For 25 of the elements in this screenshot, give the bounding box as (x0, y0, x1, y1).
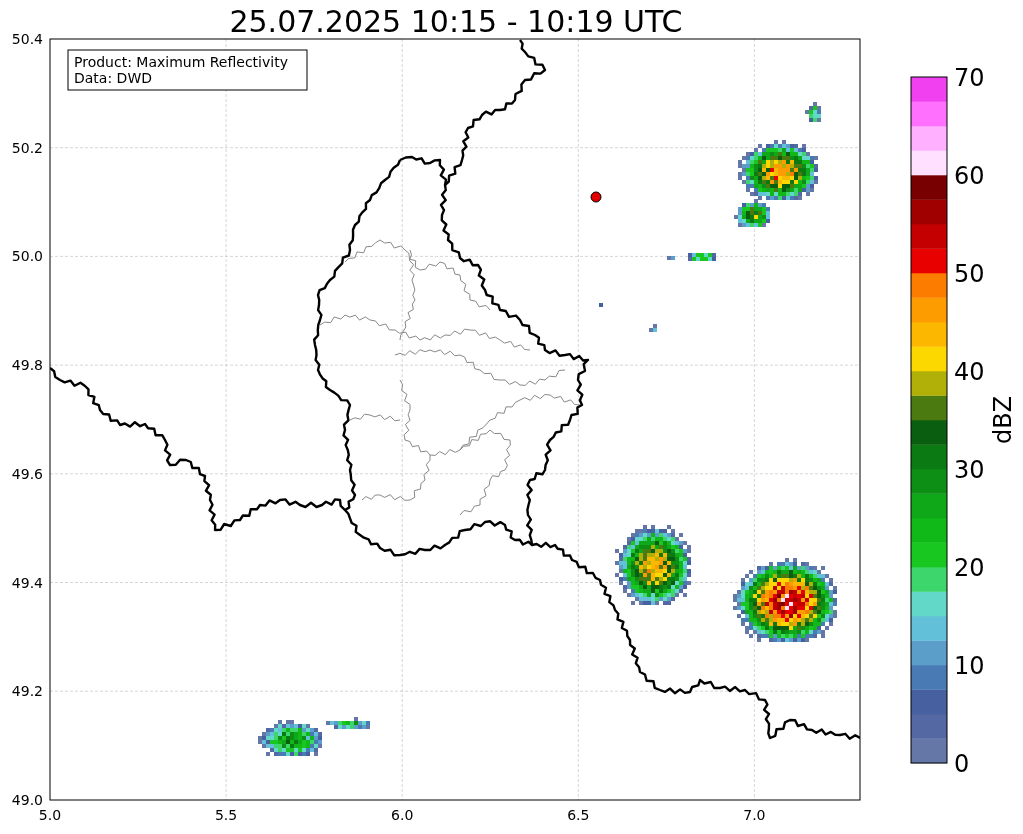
legend-text: Data: DWD (74, 70, 152, 86)
axis-tick-label: 49.8 (11, 357, 43, 374)
axis-tick-label: 5.0 (38, 807, 62, 823)
axis-tick-label: 6.5 (567, 807, 590, 823)
axis-tick-label: 50.2 (11, 139, 43, 156)
axis-tick-label: 49.2 (11, 683, 43, 700)
colorbar-tick-label: 30 (954, 456, 985, 484)
axis-tick-label: 49.6 (11, 465, 43, 482)
colorbar-tick-label: 50 (954, 260, 985, 288)
axis-tick-label: 49.4 (11, 574, 43, 591)
axis-tick-label: 7.0 (743, 807, 766, 823)
colorbar-tick-label: 70 (954, 64, 985, 92)
legend-text: Product: Maximum Reflectivity (74, 54, 288, 70)
axis-tick-label: 5.5 (214, 807, 238, 823)
colorbar-label: dBZ (989, 395, 1017, 445)
axis-tick-label: 49.0 (11, 791, 43, 808)
axis-tick-label: 50.4 (11, 31, 43, 47)
colorbar-tick-label: 60 (954, 162, 985, 190)
chart-title: 25.07.2025 10:15 - 10:19 UTC (229, 4, 683, 39)
colorbar-tick-label: 10 (954, 652, 985, 680)
axis-tick-label: 50.0 (11, 248, 43, 265)
colorbar-tick-label: 40 (954, 358, 985, 386)
colorbar-tick-label: 0 (954, 750, 970, 778)
colorbar-tick-label: 20 (954, 554, 985, 582)
axis-tick-label: 6.0 (391, 807, 414, 823)
